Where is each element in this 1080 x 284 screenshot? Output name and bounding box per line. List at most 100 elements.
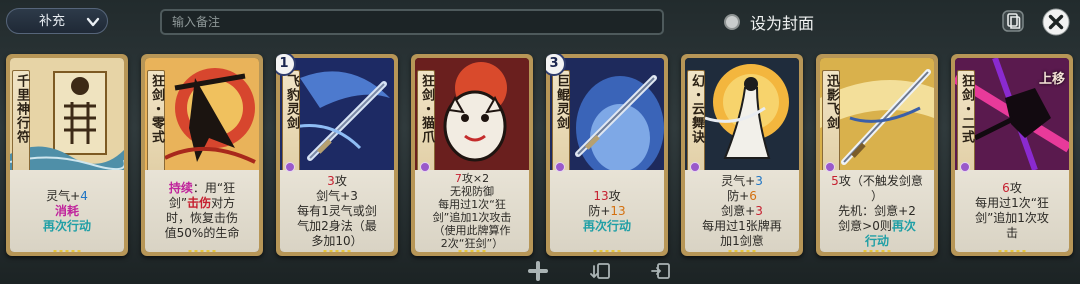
rank-dot <box>593 250 597 252</box>
card-kuangjian-lingshi[interactable]: 狂剑・零式 持续：用“狂 剑”击伤对方 时，恢复击伤 值50%的生命 <box>141 54 263 256</box>
card-text-segment: 剑气+3 <box>316 188 358 203</box>
card-kuangjian-maozhua[interactable]: 狂剑・猫爪 7攻×2 无视防御 每用过1次“狂 剑”追加1次攻击 （使用此牌算作 2次“狂… <box>411 54 533 256</box>
plus-icon[interactable] <box>527 260 549 282</box>
card-description: 灵气+3 防+6 剑意+3 每用过1张牌再 加1剑意 <box>685 170 799 252</box>
set-cover-radio[interactable] <box>724 14 740 30</box>
card-name: 千里神行符 <box>12 70 30 176</box>
card-description-line: 防+6 <box>727 189 757 204</box>
rank-dot <box>470 250 474 252</box>
card-feibao-lingjian[interactable]: 1 飞豹灵剑 3攻 剑气+3 每有1灵气或剑 气加2身法（最 多加10） <box>276 54 398 256</box>
card-description-line: 剑”追加1次攻 <box>975 211 1049 226</box>
rank-dot <box>998 250 1002 252</box>
card-face: 幻・云舞诀 灵气+3 防+6 剑意+3 每用过1张牌再 加1剑意 <box>685 58 799 252</box>
card-text-segment: 剑意+ <box>721 203 756 218</box>
card-text-segment: 持续 <box>168 181 193 195</box>
rank-dot <box>329 250 333 252</box>
set-cover-label: 设为封面 <box>750 14 815 33</box>
card-text-segment: 6 <box>749 188 757 203</box>
card-text-segment: 再次行动 <box>582 218 631 233</box>
card-description: 7攻×2 无视防御 每用过1次“狂 剑”追加1次攻击 （使用此牌算作 2次“狂剑”） <box>415 170 529 252</box>
card-description-line: 5攻（不触发剑意 <box>831 174 923 189</box>
card-text-segment: 攻 <box>334 173 347 188</box>
import-deck-icon[interactable] <box>590 260 612 282</box>
card-text-segment: 每用过1张牌再 <box>702 218 782 233</box>
rank-dot <box>1004 250 1008 252</box>
category-dropdown[interactable]: 补充 <box>6 8 108 34</box>
card-text-segment: 消耗 <box>54 203 79 218</box>
card-description-line: 再次行动 <box>583 219 631 234</box>
card-text-segment: 行动 <box>864 233 889 248</box>
close-icon[interactable] <box>1042 8 1070 36</box>
card-name: 迅影飞剑 <box>822 70 840 176</box>
export-deck-icon[interactable] <box>650 260 672 282</box>
rank-dot <box>188 250 192 252</box>
card-text-segment: 再次行动 <box>42 218 91 233</box>
set-cover-toggle[interactable]: 设为封面 <box>724 9 814 35</box>
rank-dot <box>200 250 204 252</box>
card-kuangjian-ershi[interactable]: 狂剑・二式 上移 6攻 每用过1次“狂 剑”追加1次攻击 <box>951 54 1073 256</box>
card-description-line: 气加2身法（最 <box>297 219 377 234</box>
card-text-segment: 3 <box>327 173 335 188</box>
card-text-segment: （使用此牌算作 <box>433 224 511 237</box>
card-name: 飞豹灵剑 <box>282 70 300 176</box>
card-element-gem <box>690 162 700 172</box>
card-huan-yunwu-jue[interactable]: 幻・云舞诀 灵气+3 防+6 剑意+3 每用过1张牌再 加1剑意 <box>681 54 803 256</box>
card-qianli-shenxing-fu[interactable]: 千里神行符 灵气+4 消耗 再次行动 <box>6 54 128 256</box>
card-text-segment: ） <box>870 188 883 203</box>
card-text-segment: 防+ <box>588 203 611 218</box>
card-face: 飞豹灵剑 3攻 剑气+3 每有1灵气或剑 气加2身法（最 多加10） <box>280 58 394 252</box>
card-face: 狂剑・零式 持续：用“狂 剑”击伤对方 时，恢复击伤 值50%的生命 <box>145 58 259 252</box>
card-text-segment: ：用“狂 <box>192 181 236 195</box>
card-text-segment: 每用过1次“狂 <box>975 196 1049 210</box>
copy-icon[interactable] <box>1001 9 1025 33</box>
card-description-line: （使用此牌算作 <box>434 224 511 237</box>
card-rank-dots <box>323 250 351 252</box>
card-description: 5攻（不触发剑意）先机：剑意+2 剑意>0则再次 行动 <box>820 170 934 252</box>
card-description-line: 每用过1张牌再 <box>702 219 782 234</box>
card-element-gem <box>825 162 835 172</box>
rank-dot <box>335 250 339 252</box>
card-description-line: 灵气+4 <box>46 189 88 204</box>
rank-dot <box>1016 250 1020 252</box>
chevron-down-icon <box>86 17 100 27</box>
card-description-line: 持续：用“狂 <box>169 181 235 196</box>
rank-dot <box>740 250 744 252</box>
card-description: 6攻 每用过1次“狂 剑”追加1次攻击 <box>955 170 1069 252</box>
card-row: 千里神行符 灵气+4 消耗 再次行动 狂剑・零式 持续：用“狂 剑”击伤对方 时，恢复击… <box>0 54 1080 260</box>
card-description-line: 再次行动 <box>43 219 91 234</box>
rank-dot <box>752 250 756 252</box>
move-up-label[interactable]: 上移 <box>1039 68 1065 87</box>
card-text-segment: 每用过1次“狂 <box>438 198 506 211</box>
card-text-segment: 攻 <box>608 188 621 203</box>
card-text-segment: 再次 <box>891 218 916 233</box>
card-description-line: 6攻 <box>1002 181 1022 196</box>
card-rank-dots <box>458 250 486 252</box>
card-face: 狂剑・猫爪 7攻×2 无视防御 每用过1次“狂 剑”追加1次攻击 （使用此牌算作 2次“狂… <box>415 58 529 252</box>
card-xunying-feijian[interactable]: 迅影飞剑 5攻（不触发剑意）先机：剑意+2 剑意>0则再次 行动 <box>816 54 938 256</box>
card-description-line: ） <box>871 189 883 204</box>
card-text-segment: 13 <box>593 188 609 203</box>
rank-dot <box>212 250 216 252</box>
rank-dot <box>341 250 345 252</box>
note-input[interactable] <box>160 9 664 35</box>
rank-dot <box>863 250 867 252</box>
rank-dot <box>1010 250 1014 252</box>
card-text-segment: 击伤 <box>187 196 212 210</box>
card-rank-dots <box>593 250 621 252</box>
card-text-segment: 对方 <box>211 196 236 210</box>
card-jukun-lingjian[interactable]: 3 巨鲲灵剑 13攻 防+13 再次行动 <box>546 54 668 256</box>
card-face: 千里神行符 灵气+4 消耗 再次行动 <box>10 58 124 252</box>
card-element-gem <box>960 162 970 172</box>
card-text-segment: 3 <box>755 203 763 218</box>
card-text-segment: 2次“狂剑”） <box>440 237 504 250</box>
card-name: 狂剑・猫爪 <box>417 70 435 176</box>
rank-dot <box>53 250 57 252</box>
rank-dot <box>599 250 603 252</box>
bottom-toolbar <box>0 258 1080 284</box>
card-description-line: 无视防御 <box>450 185 494 198</box>
card-description: 3攻 剑气+3 每有1灵气或剑 气加2身法（最 多加10） <box>280 170 394 252</box>
card-description-line: 加1剑意 <box>720 234 764 249</box>
rank-dot <box>734 250 738 252</box>
rank-dot <box>194 250 198 252</box>
card-rank-dots <box>863 250 891 252</box>
